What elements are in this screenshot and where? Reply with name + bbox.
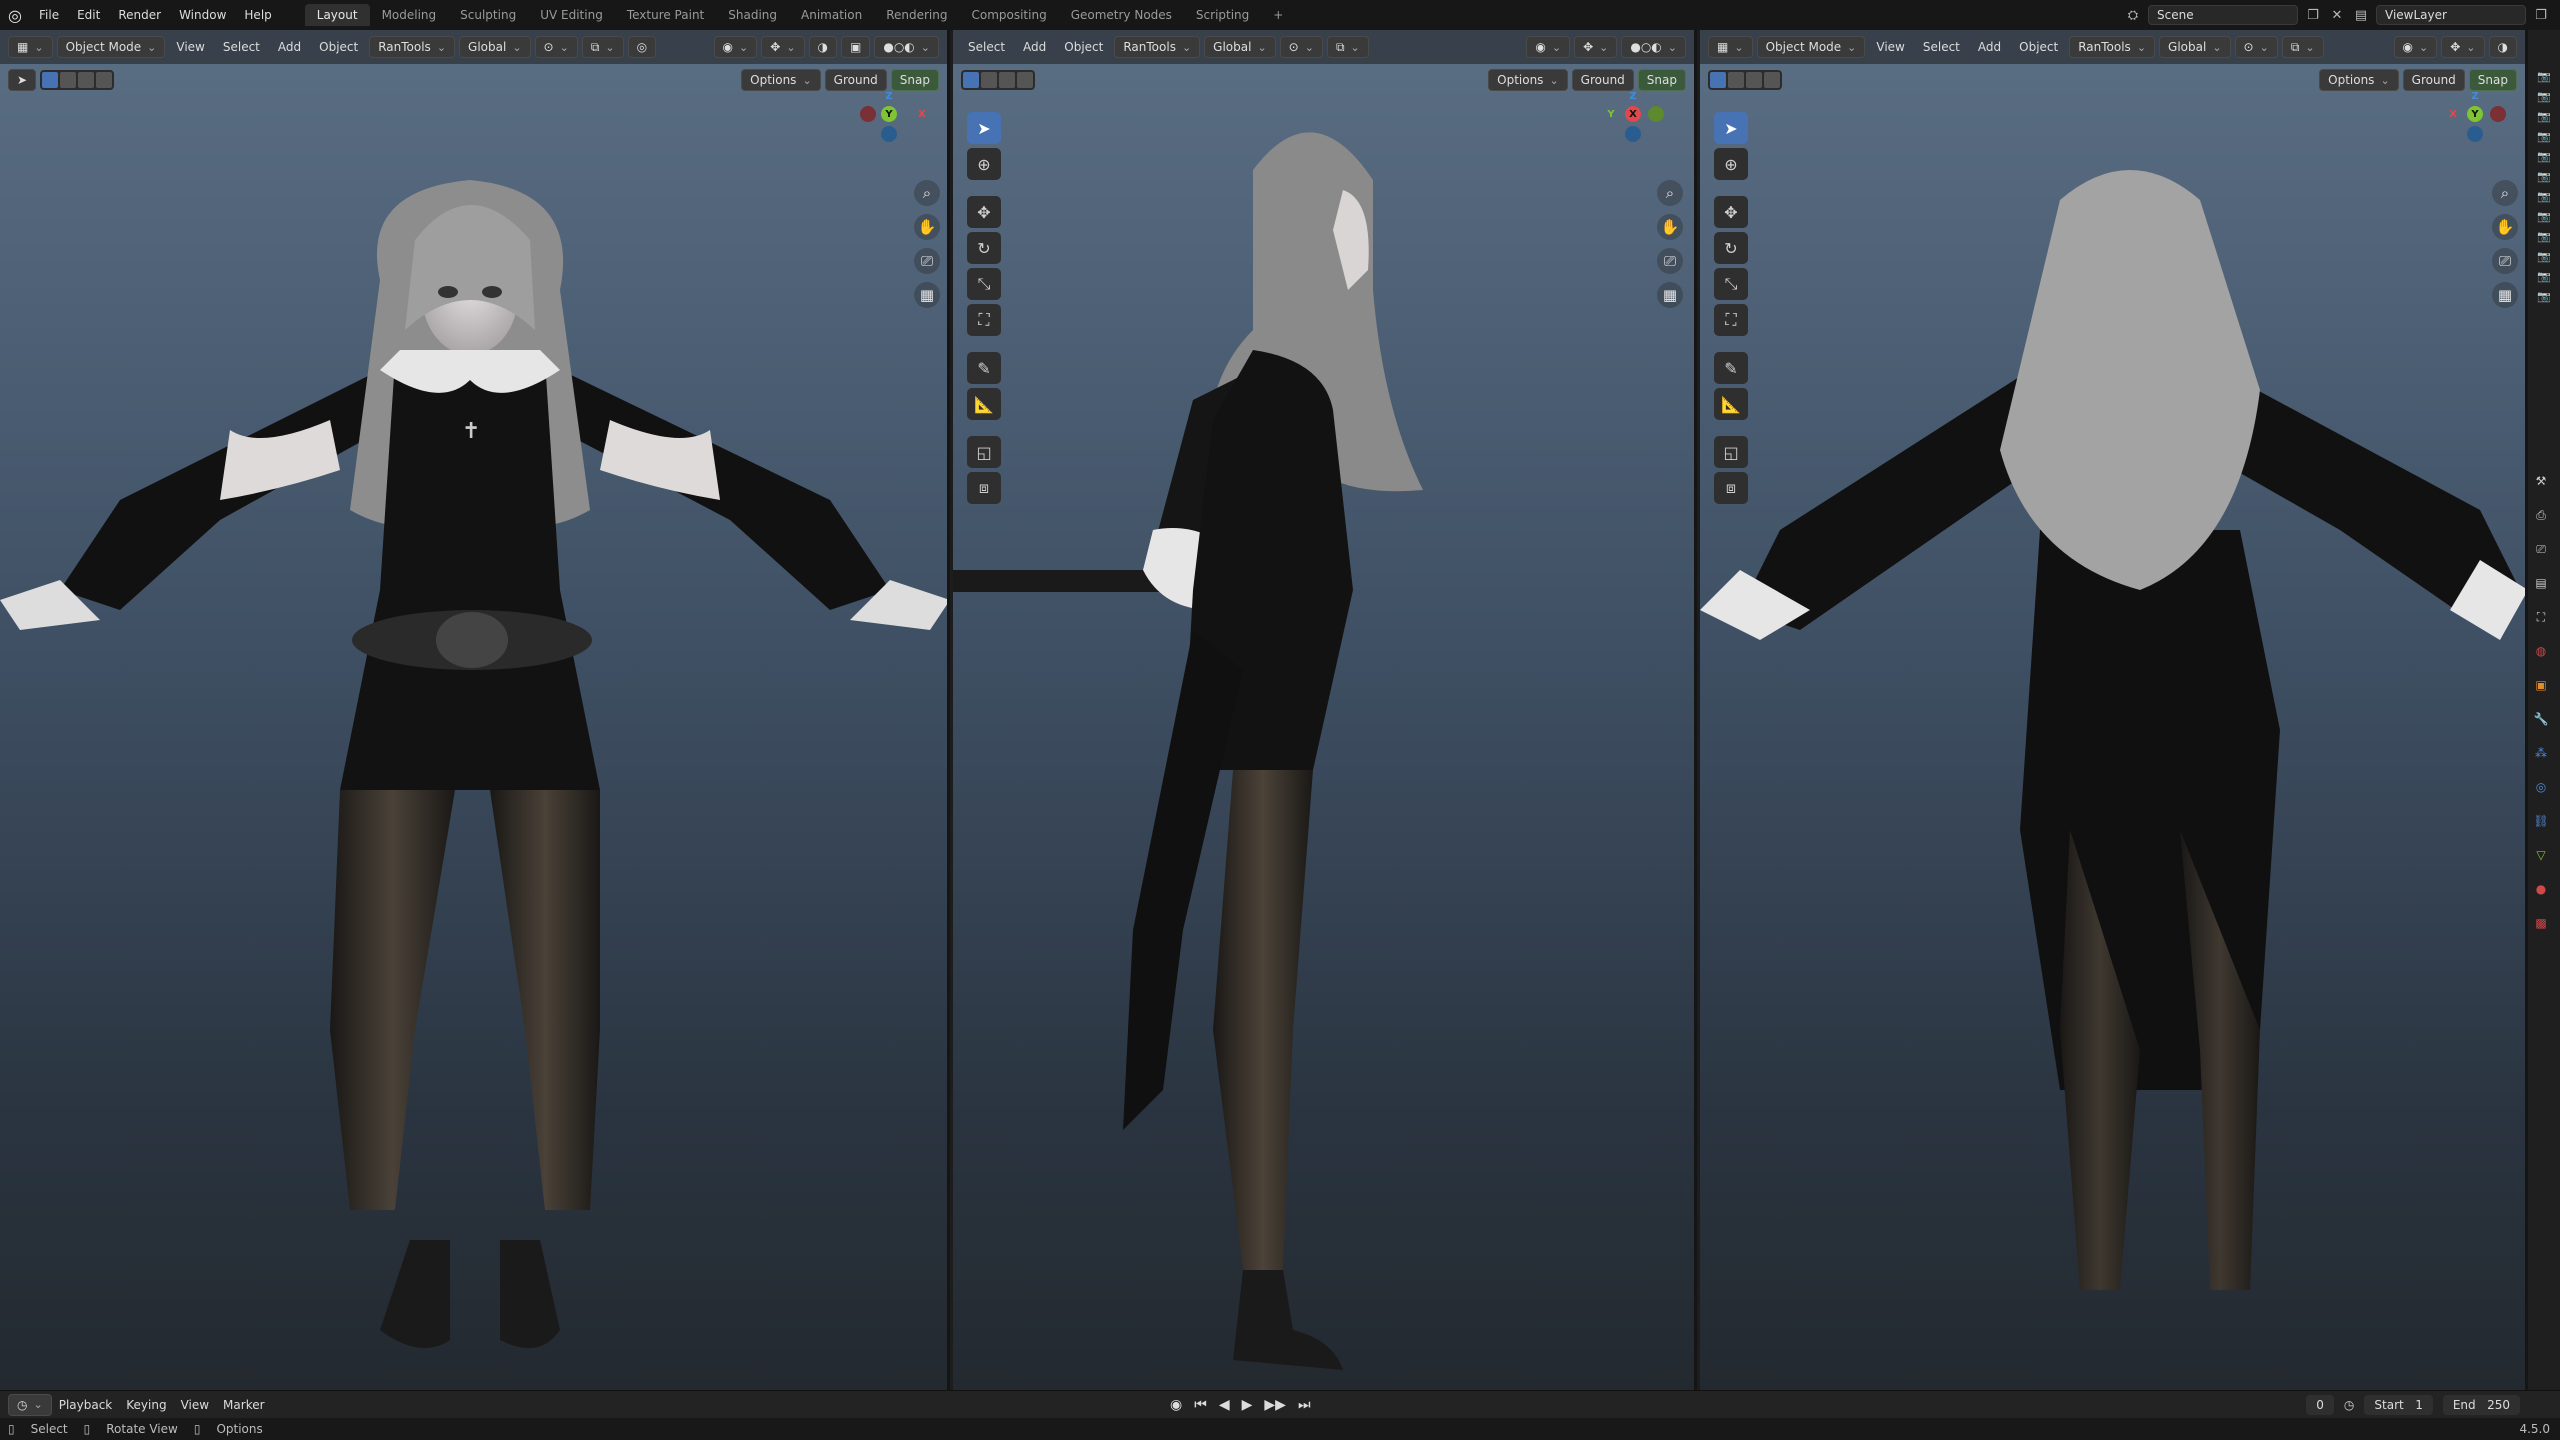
viewport-front[interactable]: ▦ Object Mode View Select Add Object Ran… [0,30,950,1390]
start-label: Start [2374,1397,2404,1412]
record-icon[interactable]: ◉ [1170,1397,1182,1413]
tab-modeling[interactable]: Modeling [370,4,449,26]
scene-field[interactable]: Scene [2148,5,2298,25]
camera-icon[interactable]: 📷 [2537,130,2551,144]
keying-menu[interactable]: Keying [119,1394,173,1416]
camera-icon[interactable]: 📷 [2537,90,2551,104]
camera-icon[interactable]: 📷 [2537,230,2551,244]
next-key-icon[interactable]: ▶▶ [1264,1397,1286,1413]
jump-start-icon[interactable]: ⏮ [1194,1397,1207,1413]
end-frame-field[interactable]: End 250 [2442,1394,2520,1415]
editor-type-button[interactable]: ◷ [8,1393,52,1416]
tab-layout[interactable]: Layout [304,4,370,26]
material-properties-icon[interactable]: ● [2530,878,2552,900]
jump-end-icon[interactable]: ⏭ [1298,1397,1311,1413]
mouse-left-icon: ▯ [8,1422,15,1436]
character-front-view[interactable]: ✝ [0,30,950,1390]
tab-scripting[interactable]: Scripting [1184,4,1261,26]
mouse-middle-icon: ▯ [83,1422,91,1436]
render-properties-icon[interactable]: ⎙ [2530,504,2552,526]
scene-properties-icon[interactable]: ⛶ [2530,606,2552,628]
prev-key-icon[interactable]: ◀ [1219,1397,1230,1413]
camera-icon[interactable]: 📷 [2537,250,2551,264]
menu-edit[interactable]: Edit [68,8,109,22]
top-right-controls: ⛭ Scene ❐ ✕ ▤ ViewLayer ❐ [2124,0,2560,30]
timeline-header: ◷ Playback Keying View Marker ◉ ⏮ ◀ ▶ ▶▶… [0,1390,2560,1418]
tab-compositing[interactable]: Compositing [959,4,1058,26]
camera-icon[interactable]: 📷 [2537,290,2551,304]
main-menu: ◎ File Edit Render Window Help [0,0,281,30]
status-rotate-view: Rotate View [106,1422,178,1436]
output-properties-icon[interactable]: ⎚ [2530,538,2552,560]
camera-icon[interactable]: 📷 [2537,170,2551,184]
viewport-side[interactable]: Select Add Object RanTools Global ⊙ ⧉ ◉ … [953,30,1697,1390]
start-frame-field[interactable]: Start 1 [2364,1394,2433,1415]
tab-animation[interactable]: Animation [789,4,874,26]
playback-menu[interactable]: Playback [52,1394,120,1416]
data-properties-icon[interactable]: ▽ [2530,844,2552,866]
constraints-properties-icon[interactable]: ⛓ [2530,810,2552,832]
timeline-view-menu[interactable]: View [174,1394,216,1416]
modifier-properties-icon[interactable]: 🔧 [2530,708,2552,730]
tab-texture-paint[interactable]: Texture Paint [615,4,716,26]
blender-logo-icon[interactable]: ◎ [0,0,30,30]
menu-help[interactable]: Help [235,8,280,22]
start-value: 1 [2415,1397,2423,1412]
camera-icon[interactable]: 📷 [2537,110,2551,124]
view-layer-icon: ▤ [2354,7,2368,23]
properties-tabs: ⚒ ⎙ ⎚ ▤ ⛶ ◍ ▣ 🔧 ⁂ ◎ ⛓ ▽ ● ▩ [2530,470,2552,934]
frame-range: 0 ◷ Start 1 End 250 [2306,1394,2520,1415]
world-properties-icon[interactable]: ◍ [2530,640,2552,662]
status-options: Options [216,1422,263,1436]
scene-icon: ⛭ [2127,7,2139,23]
status-select: Select [30,1422,68,1436]
version-label: 4.5.0 [2519,1422,2550,1436]
tab-shading[interactable]: Shading [716,4,789,26]
camera-icon[interactable]: 📷 [2537,270,2551,284]
view-layer-field[interactable]: ViewLayer [2376,5,2526,25]
viewport-back[interactable]: ▦ Object Mode View Select Add Object Ran… [1700,30,2528,1390]
clock-icon[interactable]: ◷ [2344,1398,2354,1412]
mouse-right-icon: ▯ [193,1422,201,1436]
camera-icon[interactable]: 📷 [2537,70,2551,84]
tab-rendering[interactable]: Rendering [874,4,959,26]
end-value: 250 [2487,1397,2510,1412]
current-frame-field[interactable]: 0 [2306,1394,2334,1415]
camera-icon[interactable]: 📷 [2537,190,2551,204]
particles-properties-icon[interactable]: ⁂ [2530,742,2552,764]
tab-sculpting[interactable]: Sculpting [448,4,528,26]
playback-controls: ◉ ⏮ ◀ ▶ ▶▶ ⏭ [1170,1397,1311,1413]
workspace-tabs: Layout Modeling Sculpting UV Editing Tex… [304,0,1296,30]
menu-file[interactable]: File [30,8,68,22]
tab-uv-editing[interactable]: UV Editing [528,4,615,26]
svg-text:✝: ✝ [462,419,480,444]
camera-icon[interactable]: 📷 [2537,210,2551,224]
add-workspace-icon[interactable]: + [1261,4,1295,26]
play-icon[interactable]: ▶ [1242,1397,1253,1413]
physics-properties-icon[interactable]: ◎ [2530,776,2552,798]
texture-properties-icon[interactable]: ▩ [2530,912,2552,934]
copy-icon[interactable]: ❐ [2304,8,2322,23]
close-icon[interactable]: ✕ [2328,8,2346,23]
copy-icon[interactable]: ❐ [2532,8,2550,23]
menu-render[interactable]: Render [109,8,170,22]
view-layer-properties-icon[interactable]: ▤ [2530,572,2552,594]
marker-menu[interactable]: Marker [216,1394,271,1416]
top-bar: ◎ File Edit Render Window Help Layout Mo… [0,0,2560,30]
object-properties-icon[interactable]: ▣ [2530,674,2552,696]
tab-geometry-nodes[interactable]: Geometry Nodes [1059,4,1184,26]
camera-icon[interactable]: 📷 [2537,150,2551,164]
end-label: End [2452,1397,2476,1412]
menu-window[interactable]: Window [170,8,235,22]
character-side-view[interactable] [953,30,1697,1390]
character-back-view[interactable] [1700,30,2528,1390]
status-bar: ▯ Select ▯ Rotate View ▯ Options 4.5.0 [0,1418,2560,1440]
tool-properties-icon[interactable]: ⚒ [2530,470,2552,492]
